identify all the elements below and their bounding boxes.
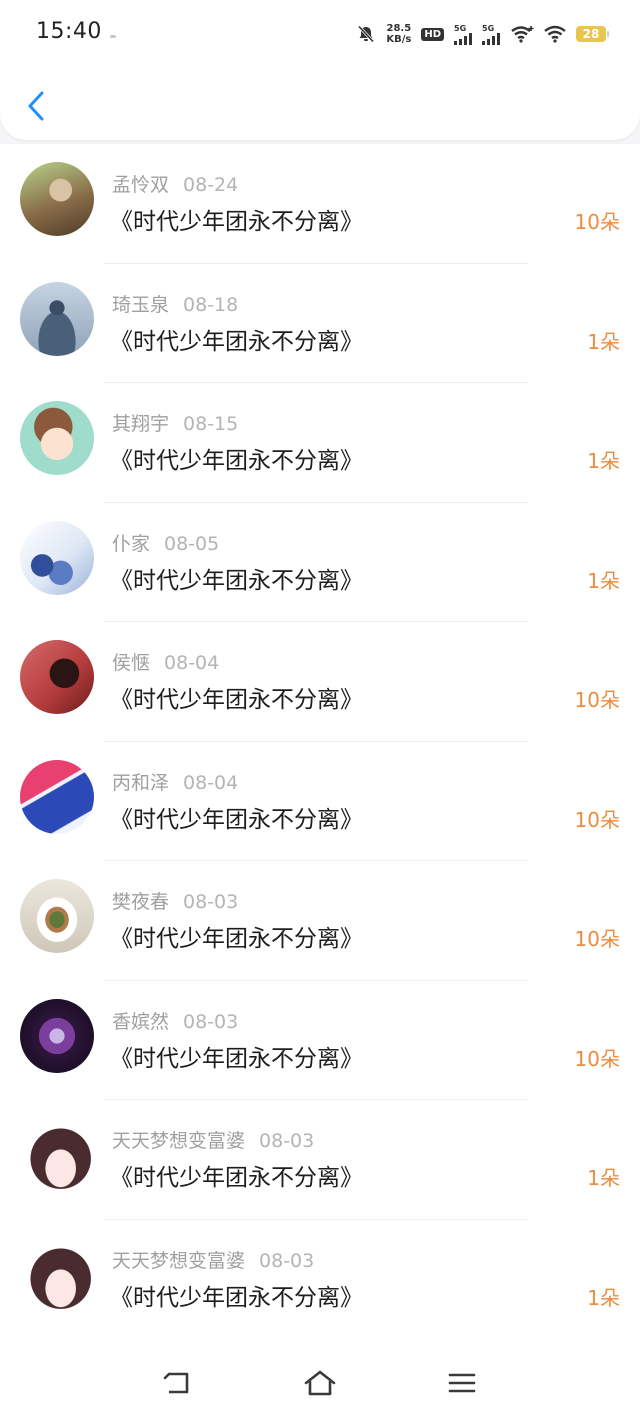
send-date: 08-15 — [183, 413, 239, 435]
item-title: 《时代少年团永不分离》 — [110, 806, 363, 833]
home-icon — [304, 1370, 336, 1396]
flower-count: 10朵 — [574, 1046, 620, 1071]
status-bar: 15:40 28.5 KB/s HD 5G 5G 28 — [0, 0, 640, 68]
list-item[interactable]: 天天梦想变富婆 08-03 《时代少年团永不分离》 1朵 — [0, 1100, 640, 1220]
chevron-left-icon — [28, 91, 44, 121]
back-arrow-icon — [163, 1372, 189, 1394]
sender-meta: 天天梦想变富婆 08-03 — [112, 1126, 314, 1153]
battery-icon: 28 — [576, 26, 609, 42]
sender-name: 仆家 — [112, 532, 151, 555]
sender-meta: 孟怜双 08-24 — [112, 170, 238, 197]
list-item[interactable]: 琦玉泉 08-18 《时代少年团永不分离》 1朵 — [0, 264, 640, 383]
avatar[interactable] — [20, 1237, 94, 1312]
sender-name: 孟怜双 — [112, 174, 170, 196]
send-date: 08-04 — [164, 652, 220, 674]
net-speed: 28.5 KB/s — [386, 23, 411, 45]
flower-count: 1朵 — [587, 449, 620, 473]
send-date: 08-18 — [183, 293, 239, 316]
notification-dot — [110, 35, 116, 38]
flower-count: 10朵 — [574, 688, 620, 712]
sender-meta: 香嫔然 08-03 — [112, 1007, 238, 1034]
list-item[interactable]: 其翔宇 08-15 《时代少年团永不分离》 1朵 — [0, 383, 640, 503]
item-title: 《时代少年团永不分离》 — [110, 209, 363, 235]
menu-icon — [448, 1373, 476, 1393]
status-icons: 28.5 KB/s HD 5G 5G 28 — [356, 20, 609, 48]
avatar[interactable] — [20, 879, 94, 953]
net-speed-value: 28.5 — [386, 23, 412, 34]
gift-record-list: 孟怜双 08-24 《时代少年团永不分离》 10朵 琦玉泉 08-18 《时代少年团… — [0, 144, 640, 1334]
avatar[interactable] — [20, 162, 94, 236]
avatar[interactable] — [20, 998, 94, 1073]
flower-count: 1朵 — [587, 1285, 620, 1310]
avatar[interactable] — [20, 640, 94, 714]
send-date: 08-04 — [183, 771, 239, 794]
system-nav-bar — [0, 1334, 640, 1422]
sender-meta: 仆家 08-05 — [112, 529, 219, 556]
flower-count: 1朵 — [587, 329, 620, 354]
flower-count: 1朵 — [587, 1166, 620, 1190]
sender-name: 天天梦想变富婆 — [112, 1130, 246, 1152]
sender-name: 其翔宇 — [112, 413, 170, 435]
sender-meta: 琦玉泉 08-18 — [112, 290, 238, 317]
wifi-plus-icon — [511, 26, 534, 43]
sender-name: 樊夜春 — [112, 891, 170, 913]
avatar[interactable] — [20, 759, 94, 834]
item-title: 《时代少年团永不分离》 — [110, 567, 363, 594]
wifi-icon — [544, 25, 566, 43]
flower-count: 10朵 — [574, 927, 620, 951]
header — [0, 60, 640, 140]
item-title: 《时代少年团永不分离》 — [110, 1284, 363, 1311]
sender-name: 琦玉泉 — [112, 293, 170, 316]
nav-menu-button[interactable] — [444, 1368, 480, 1398]
sender-name: 天天梦想变富婆 — [112, 1249, 246, 1272]
sender-name: 丙和泽 — [112, 771, 170, 794]
sender-name: 侯惬 — [112, 652, 151, 674]
list-item[interactable]: 香嫔然 08-03 《时代少年团永不分离》 10朵 — [0, 981, 640, 1100]
list-item[interactable]: 天天梦想变富婆 08-03 《时代少年团永不分离》 1朵 — [0, 1220, 640, 1340]
back-button[interactable] — [18, 84, 54, 128]
send-date: 08-03 — [259, 1130, 315, 1152]
sender-meta: 侯惬 08-04 — [112, 648, 219, 675]
avatar[interactable] — [20, 520, 94, 595]
send-date: 08-03 — [183, 1010, 239, 1033]
status-time: 15:40 — [36, 19, 102, 44]
sender-name: 香嫔然 — [112, 1010, 170, 1033]
sim2-label: 5G — [482, 23, 495, 33]
flower-count: 10朵 — [574, 807, 620, 832]
sim1-label: 5G — [454, 23, 467, 33]
send-date: 08-24 — [183, 174, 239, 196]
net-speed-unit: KB/s — [386, 34, 412, 45]
list-item[interactable]: 丙和泽 08-04 《时代少年团永不分离》 10朵 — [0, 742, 640, 861]
nav-home-button[interactable] — [302, 1368, 338, 1398]
nav-back-button[interactable] — [160, 1368, 196, 1398]
sender-meta: 丙和泽 08-04 — [112, 768, 238, 795]
sim2-signal-icon: 5G — [482, 24, 500, 45]
bell-off-icon — [358, 25, 375, 43]
item-title: 《时代少年团永不分离》 — [110, 926, 363, 952]
item-title: 《时代少年团永不分离》 — [110, 687, 363, 713]
item-title: 《时代少年团永不分离》 — [110, 328, 363, 355]
avatar[interactable] — [20, 401, 94, 475]
send-date: 08-03 — [259, 1249, 315, 1272]
list-item[interactable]: 侯惬 08-04 《时代少年团永不分离》 10朵 — [0, 622, 640, 742]
sender-meta: 天天梦想变富婆 08-03 — [112, 1246, 314, 1273]
item-title: 《时代少年团永不分离》 — [110, 1165, 363, 1191]
sender-meta: 樊夜春 08-03 — [112, 887, 238, 914]
flower-count: 10朵 — [574, 210, 620, 234]
avatar[interactable] — [20, 281, 94, 356]
send-date: 08-03 — [183, 891, 239, 913]
hd-badge: HD — [421, 27, 444, 41]
sim1-signal-icon: 5G — [454, 24, 472, 45]
list-item[interactable]: 樊夜春 08-03 《时代少年团永不分离》 10朵 — [0, 861, 640, 981]
item-title: 《时代少年团永不分离》 — [110, 448, 363, 474]
flower-count: 1朵 — [587, 568, 620, 593]
sender-meta: 其翔宇 08-15 — [112, 409, 238, 436]
list-item[interactable]: 孟怜双 08-24 《时代少年团永不分离》 10朵 — [0, 144, 640, 264]
item-title: 《时代少年团永不分离》 — [110, 1045, 363, 1072]
avatar[interactable] — [20, 1118, 94, 1192]
send-date: 08-05 — [164, 532, 220, 555]
list-item[interactable]: 仆家 08-05 《时代少年团永不分离》 1朵 — [0, 503, 640, 622]
